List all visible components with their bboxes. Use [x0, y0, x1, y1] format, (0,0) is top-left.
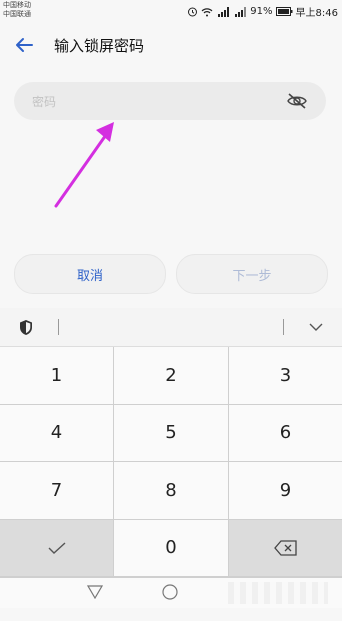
shield-icon — [20, 320, 32, 335]
signal-icon-2 — [235, 6, 247, 17]
password-placeholder: 密码 — [32, 95, 57, 109]
key-8[interactable]: 8 — [114, 462, 228, 519]
clock: 早上8:46 — [295, 8, 338, 19]
backspace-icon — [273, 540, 297, 556]
chevron-down-icon[interactable] — [308, 321, 324, 333]
key-2[interactable]: 2 — [114, 347, 228, 404]
key-5[interactable]: 5 — [114, 404, 228, 461]
keyboard-toolbar — [0, 308, 342, 347]
cancel-button[interactable]: 取消 — [14, 254, 166, 294]
carrier-1: 中国移动 — [3, 1, 31, 9]
system-nav-bar — [0, 578, 342, 608]
carrier-labels: 中国移动 中国联通 — [3, 1, 31, 19]
key-grid: 1 2 3 4 5 6 7 8 9 0 — [0, 347, 342, 578]
nav-back-icon[interactable] — [87, 585, 103, 599]
page-title: 输入锁屏密码 — [54, 37, 145, 55]
toolbar-divider-left — [58, 319, 59, 335]
key-1[interactable]: 1 — [0, 347, 113, 404]
alarm-icon — [188, 7, 198, 17]
key-3[interactable]: 3 — [229, 347, 342, 404]
blurred-watermark — [228, 582, 328, 604]
status-bar: 中国移动 中国联通 91% 早上8:46 — [0, 0, 342, 22]
key-4[interactable]: 4 — [0, 404, 113, 461]
app-header: 输入锁屏密码 — [0, 24, 342, 68]
key-6[interactable]: 6 — [229, 404, 342, 461]
checkmark-icon — [48, 542, 65, 554]
battery-icon — [275, 7, 293, 16]
eye-slash-icon[interactable] — [286, 92, 308, 110]
password-field[interactable]: 密码 — [14, 82, 326, 120]
numeric-keyboard: 1 2 3 4 5 6 7 8 9 0 — [0, 308, 342, 578]
key-7[interactable]: 7 — [0, 462, 113, 519]
key-0[interactable]: 0 — [114, 519, 228, 576]
confirm-key[interactable] — [0, 519, 113, 576]
signal-icon-1 — [218, 6, 230, 17]
toolbar-divider-right — [283, 319, 284, 335]
wifi-icon — [201, 7, 213, 16]
backspace-key[interactable] — [229, 519, 342, 576]
battery-percent: 91% — [250, 6, 273, 17]
status-indicators: 91% 早上8:46 — [187, 4, 338, 19]
back-arrow-icon[interactable] — [12, 33, 36, 57]
carrier-2: 中国联通 — [3, 10, 31, 18]
key-9[interactable]: 9 — [229, 462, 342, 519]
annotation-arrow — [54, 122, 114, 208]
nav-home-icon[interactable] — [162, 584, 178, 600]
next-step-button[interactable]: 下一步 — [176, 254, 328, 294]
